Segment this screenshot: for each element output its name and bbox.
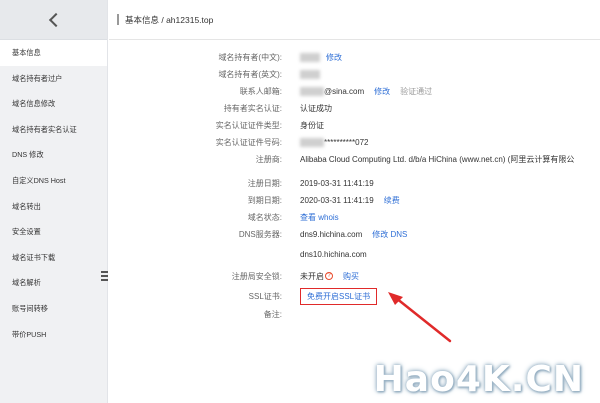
label-id-number: 实名认证证件号码:	[215, 137, 282, 147]
sidebar-back-button[interactable]	[0, 0, 107, 40]
row-note: 备注:	[109, 306, 600, 322]
row-realname: 持有者实名认证: 认证成功	[109, 100, 600, 116]
sidebar-item-transfer-out[interactable]: 域名转出	[0, 194, 107, 220]
red-arrow-annotation	[388, 292, 452, 343]
modify-dns-link[interactable]: 修改 DNS	[372, 229, 407, 240]
label-email: 联系人邮箱:	[239, 86, 282, 96]
label-dns: DNS服务器:	[238, 229, 282, 239]
sidebar-item-cert-download[interactable]: 域名证书下载	[0, 245, 107, 271]
value-dns: dns9.hichina.com 修改 DNS	[300, 229, 407, 240]
sidebar-item-account-transfer[interactable]: 账号间转移	[0, 296, 107, 322]
enable-free-ssl-link[interactable]: 免费开启SSL证书	[300, 287, 378, 305]
row-ssl: SSL证书: 免费开启SSL证书	[109, 287, 600, 305]
label-registry-lock: 注册局安全锁:	[231, 271, 282, 281]
buy-lock-link[interactable]: 购买	[343, 271, 359, 282]
registry-lock-status: 未开启	[300, 271, 324, 281]
value-registrar: Alibaba Cloud Computing Ltd. d/b/a HiChi…	[300, 154, 575, 164]
exp-date-text: 2020-03-31 11:41:19	[300, 195, 374, 205]
email-text: @sina.com	[324, 86, 365, 96]
id-number-text: **********072	[324, 137, 369, 147]
label-domain-status: 域名状态:	[247, 212, 282, 222]
sidebar-item-dns-modify[interactable]: DNS 修改	[0, 142, 107, 168]
row-email: 联系人邮箱: @sina.com 修改 验证通过	[109, 83, 600, 99]
value-realname: 认证成功	[300, 103, 332, 113]
sidebar-item-basic-info[interactable]: 基本信息	[0, 40, 107, 66]
dns-server-2: dns10.hichina.com	[300, 249, 367, 259]
sidebar-item-resolve[interactable]: 域名解析	[0, 270, 107, 296]
value-holder-en	[300, 69, 326, 79]
renew-link[interactable]: 续费	[384, 195, 400, 206]
value-registry-lock: 未开启 ? 购买	[300, 271, 359, 282]
sidebar: 基本信息 域名持有者过户 域名信息修改 域名持有者实名认证 DNS 修改 自定义…	[0, 0, 108, 403]
label-holder-en: 域名持有者(英文):	[218, 69, 282, 79]
row-holder-en: 域名持有者(英文):	[109, 66, 600, 82]
watermark-logo: Hao4K.CN	[373, 359, 584, 400]
email-verified-status: 验证通过	[400, 86, 433, 96]
row-holder-cn: 域名持有者(中文): 修改	[109, 49, 600, 65]
sidebar-item-security[interactable]: 安全设置	[0, 219, 107, 245]
row-exp-date: 到期日期: 2020-03-31 11:41:19 续费	[109, 192, 600, 208]
redacted-text	[300, 137, 324, 147]
breadcrumb-divider	[117, 14, 119, 25]
row-domain-status: 域名状态: 查看 whois	[109, 209, 600, 225]
sidebar-item-holder-transfer[interactable]: 域名持有者过户	[0, 66, 107, 92]
sidebar-item-info-modify[interactable]: 域名信息修改	[0, 91, 107, 117]
sidebar-item-dns-host[interactable]: 自定义DNS Host	[0, 168, 107, 194]
redacted-text	[300, 69, 320, 79]
redacted-text	[300, 52, 320, 62]
sidebar-item-push[interactable]: 带价PUSH	[0, 322, 107, 348]
sidebar-collapse-icon[interactable]	[101, 270, 108, 282]
value-holder-cn: 修改	[300, 52, 342, 63]
top-bar: 基本信息 / ah12315.top	[109, 0, 600, 40]
row-id-number: 实名认证证件号码: **********072	[109, 134, 600, 150]
value-exp-date: 2020-03-31 11:41:19 续费	[300, 195, 400, 206]
domain-info-panel: 域名持有者(中文): 修改 域名持有者(英文): 联系人邮箱: @sina.co…	[109, 40, 600, 403]
redacted-text	[300, 86, 324, 96]
dns-server-1: dns9.hichina.com	[300, 229, 363, 239]
modify-email-link[interactable]: 修改	[374, 86, 390, 97]
row-registrar: 注册商: Alibaba Cloud Computing Ltd. d/b/a …	[109, 151, 600, 167]
modify-holder-cn-link[interactable]: 修改	[326, 52, 342, 63]
value-email: @sina.com 修改 验证通过	[300, 86, 432, 97]
breadcrumb: 基本信息 / ah12315.top	[125, 14, 214, 25]
value-domain-status: 查看 whois	[300, 212, 339, 223]
row-registry-lock: 注册局安全锁: 未开启 ? 购买	[109, 268, 600, 284]
value-id-number: **********072	[300, 137, 369, 147]
value-id-type: 身份证	[300, 120, 324, 130]
row-dns-2: dns10.hichina.com	[109, 246, 600, 262]
label-holder-cn: 域名持有者(中文):	[218, 52, 282, 62]
label-id-type: 实名认证证件类型:	[215, 120, 282, 130]
label-exp-date: 到期日期:	[247, 195, 282, 205]
label-ssl: SSL证书:	[248, 291, 282, 301]
view-whois-link[interactable]: 查看 whois	[300, 212, 339, 223]
row-reg-date: 注册日期: 2019-03-31 11:41:19	[109, 175, 600, 191]
question-icon[interactable]: ?	[325, 272, 333, 280]
label-registrar: 注册商:	[255, 154, 282, 164]
value-reg-date: 2019-03-31 11:41:19	[300, 178, 374, 188]
row-id-type: 实名认证证件类型: 身份证	[109, 117, 600, 133]
label-reg-date: 注册日期:	[247, 178, 282, 188]
label-note: 备注:	[263, 309, 282, 319]
chevron-left-icon	[48, 12, 63, 27]
sidebar-item-realname[interactable]: 域名持有者实名认证	[0, 117, 107, 143]
label-realname: 持有者实名认证:	[223, 103, 282, 113]
row-dns: DNS服务器: dns9.hichina.com 修改 DNS	[109, 226, 600, 242]
value-ssl: 免费开启SSL证书	[300, 287, 378, 305]
